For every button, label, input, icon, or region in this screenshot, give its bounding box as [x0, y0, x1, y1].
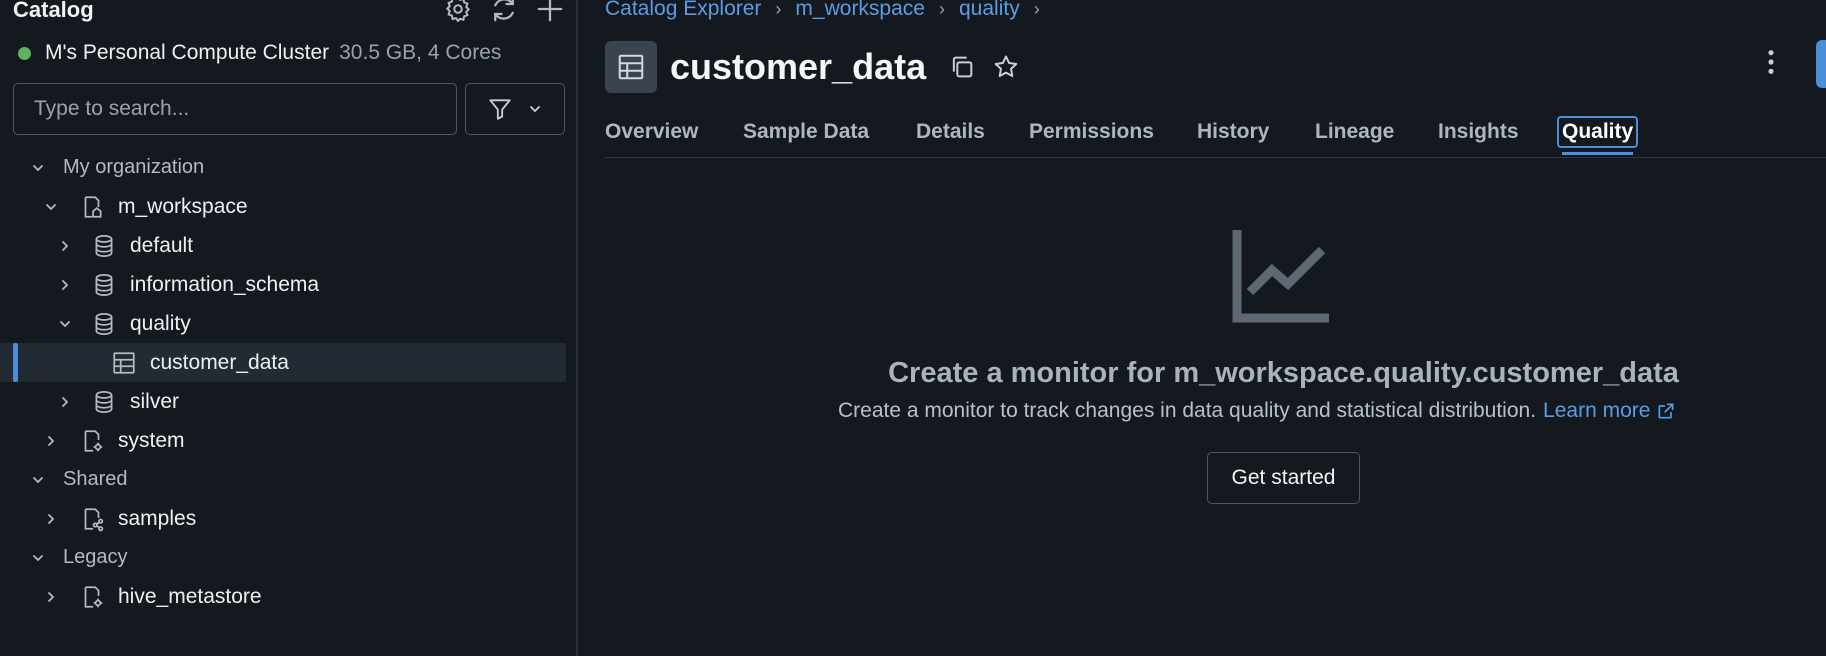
- tree-section-label: Shared: [63, 468, 128, 490]
- cluster-name: M's Personal Compute Cluster: [45, 41, 330, 64]
- learn-more-link[interactable]: Learn more: [1543, 399, 1676, 423]
- chevron-down-icon: [27, 157, 49, 179]
- star-icon[interactable]: [992, 53, 1020, 81]
- tree-item-label: m_workspace: [118, 194, 248, 218]
- breadcrumb-separator: ›: [1033, 0, 1040, 19]
- database-icon: [90, 232, 118, 260]
- tab-sample-data[interactable]: Sample Data: [743, 120, 869, 144]
- breadcrumb-separator: ›: [938, 0, 945, 19]
- cluster-status-dot: [18, 46, 31, 60]
- chevron-down-icon: [40, 196, 62, 218]
- tree-item-label: customer_data: [150, 350, 289, 374]
- chevron-right-icon: [54, 274, 76, 296]
- tree-item-m-workspace[interactable]: m_workspace: [0, 187, 566, 226]
- sidebar-actions: [443, 0, 565, 24]
- chevron-right-icon: [40, 586, 62, 608]
- more-options-icon[interactable]: [1765, 48, 1777, 81]
- breadcrumb-m-workspace[interactable]: m_workspace: [795, 0, 925, 21]
- chevron-right-icon: [40, 430, 62, 452]
- breadcrumb-separator: ›: [775, 0, 782, 19]
- cluster-spec: 30.5 GB, 4 Cores: [339, 41, 502, 64]
- filter-icon: [489, 99, 511, 120]
- tab-insights[interactable]: Insights: [1438, 120, 1519, 144]
- tree-item-information-schema[interactable]: information_schema: [0, 265, 566, 304]
- tree-item-hive-metastore[interactable]: hive_metastore: [0, 577, 566, 616]
- tab-quality[interactable]: Quality: [1557, 116, 1639, 155]
- tree-item-system[interactable]: system: [0, 421, 566, 460]
- add-icon[interactable]: [535, 0, 565, 24]
- table-icon: [605, 41, 657, 93]
- tree-item-silver[interactable]: silver: [0, 382, 566, 421]
- tree-section-my-organization[interactable]: My organization: [0, 148, 566, 187]
- tab-history[interactable]: History: [1197, 120, 1269, 144]
- tree-item-label: silver: [130, 389, 180, 413]
- page-title: customer_data: [670, 46, 927, 87]
- tab-quality-label: Quality: [1557, 116, 1639, 148]
- tab-bar: Overview Sample Data Details Permissions…: [605, 110, 1826, 158]
- tab-overview[interactable]: Overview: [605, 120, 698, 144]
- tree-item-label: hive_metastore: [118, 584, 262, 608]
- catalog-search-input[interactable]: [13, 83, 457, 135]
- breadcrumb-quality[interactable]: quality: [959, 0, 1020, 21]
- chevron-down-icon: [530, 106, 540, 113]
- chevron-right-icon: [40, 508, 62, 530]
- chevron-down-icon: [27, 547, 49, 569]
- tab-details[interactable]: Details: [916, 120, 985, 144]
- catalog-system-icon: [78, 583, 106, 611]
- tree-item-label: information_schema: [130, 272, 320, 296]
- tree-item-samples[interactable]: samples: [0, 499, 566, 538]
- learn-more-label: Learn more: [1543, 399, 1651, 422]
- tree-item-label: default: [130, 233, 194, 257]
- chevron-right-icon: [54, 235, 76, 257]
- cluster-selector[interactable]: M's Personal Compute Cluster 30.5 GB, 4 …: [18, 41, 501, 65]
- catalog-sidebar: Catalog M's Personal Compute Cluster 30.…: [0, 0, 578, 656]
- empty-state-description: Create a monitor to track changes in dat…: [838, 399, 1676, 423]
- get-started-button[interactable]: Get started: [1207, 452, 1360, 504]
- tree-section-legacy[interactable]: Legacy: [0, 538, 566, 577]
- catalog-home-icon: [78, 193, 106, 221]
- tab-permissions[interactable]: Permissions: [1029, 120, 1154, 144]
- breadcrumb: Catalog Explorer › m_workspace › quality…: [605, 0, 1054, 21]
- sidebar-header: Catalog: [13, 0, 565, 26]
- catalog-shared-icon: [78, 505, 106, 533]
- catalog-system-icon: [78, 427, 106, 455]
- page-header: customer_data: [605, 41, 1020, 93]
- chevron-down-icon: [27, 469, 49, 491]
- database-icon: [90, 310, 118, 338]
- chevron-right-icon: [54, 391, 76, 413]
- database-icon: [90, 271, 118, 299]
- catalog-tree: My organization m_workspace default info…: [0, 148, 566, 616]
- filter-button[interactable]: [465, 83, 565, 135]
- refresh-icon[interactable]: [489, 0, 519, 24]
- tree-item-quality[interactable]: quality: [0, 304, 566, 343]
- tree-item-label: quality: [130, 311, 191, 335]
- empty-state-description-text: Create a monitor to track changes in dat…: [838, 399, 1537, 422]
- tab-lineage[interactable]: Lineage: [1315, 120, 1394, 144]
- sidebar-title: Catalog: [13, 0, 94, 22]
- tree-item-label: system: [118, 428, 185, 452]
- line-chart-icon: [1232, 228, 1330, 329]
- copy-icon[interactable]: [948, 53, 976, 81]
- gear-icon[interactable]: [443, 0, 473, 24]
- table-icon: [110, 349, 138, 377]
- tree-item-label: samples: [118, 506, 197, 530]
- tree-section-shared[interactable]: Shared: [0, 460, 566, 499]
- tree-item-default[interactable]: default: [0, 226, 566, 265]
- tree-section-label: My organization: [63, 156, 205, 178]
- tree-section-label: Legacy: [63, 546, 128, 568]
- chevron-down-icon: [54, 313, 76, 335]
- external-link-icon: [1658, 403, 1674, 419]
- side-panel-tab[interactable]: [1816, 40, 1826, 88]
- empty-state-title: Create a monitor for m_workspace.quality…: [888, 357, 1679, 389]
- database-icon: [90, 388, 118, 416]
- breadcrumb-catalog-explorer[interactable]: Catalog Explorer: [605, 0, 761, 21]
- tree-item-customer-data[interactable]: customer_data: [0, 343, 566, 382]
